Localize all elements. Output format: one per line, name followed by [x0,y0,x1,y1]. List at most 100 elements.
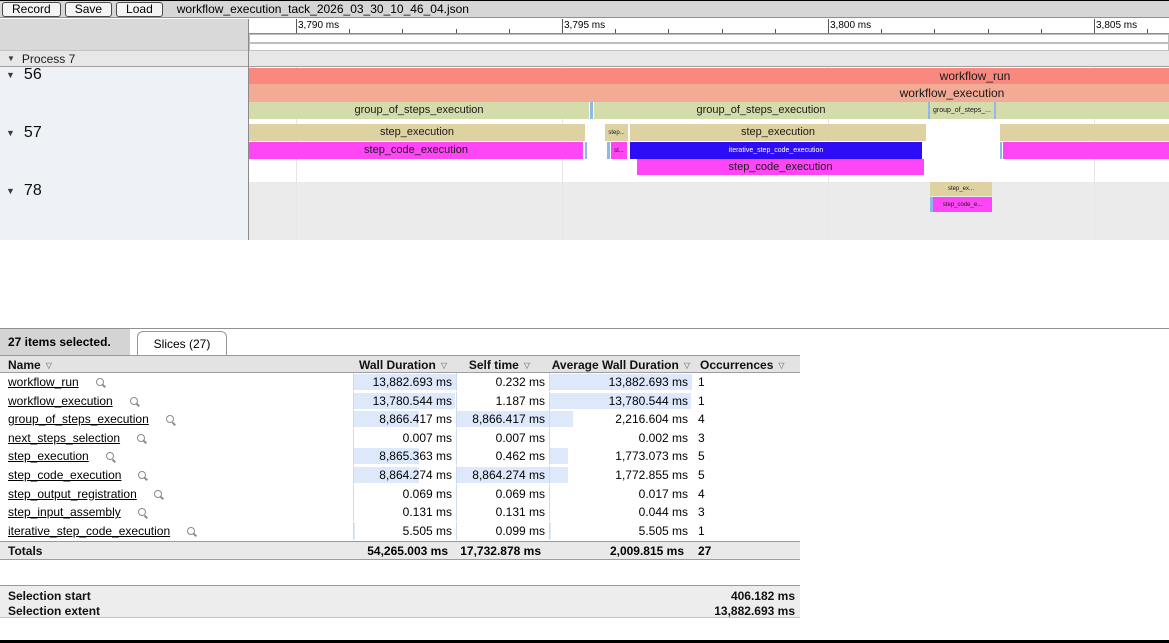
top-left-spacer [0,19,248,50]
slice-label: group_of_steps_... [933,107,991,114]
minor-tick [775,29,776,33]
wall-duration-cell: 0.131 ms [353,503,456,521]
magnifier-icon[interactable] [137,434,145,442]
process-header[interactable]: ▼ Process 7 [0,50,1169,67]
minor-tick [1041,29,1042,33]
magnifier-icon[interactable] [166,415,174,423]
minor-tick [509,29,510,33]
trace-slice-step_code_execution[interactable]: step_code_execution [249,142,583,159]
slice-label: step_code_execution [364,145,468,156]
trace-slice[interactable] [996,102,1169,119]
table-row: workflow_run13,882.693 ms0.232 ms13,882.… [0,373,800,391]
trace-slice-group_of_steps_-[interactable]: group_of_steps_... [930,102,994,119]
bottom-panel-border [0,328,1169,329]
trace-slice[interactable] [590,102,593,119]
slice-name-link[interactable]: iterative_step_code_execution [8,524,170,538]
name-cell: group_of_steps_execution [8,412,174,426]
column-header-wall-duration[interactable]: Wall Duration▽ [307,358,447,372]
avg-value: 13,780.544 ms [546,394,688,408]
toolbar: RecordSaveLoad workflow_execution_tack_2… [0,1,1169,18]
collapse-triangle-icon[interactable]: ▼ [6,186,15,196]
record-button[interactable]: Record [2,2,61,17]
trace-slice-step_code_execution[interactable]: step_code_execution [637,159,924,175]
slice-label: step_execution [380,127,454,138]
slice-label: step_code_e... [943,202,982,208]
trace-slice-group_of_steps_execution[interactable]: group_of_steps_execution [594,102,928,119]
trace-slice[interactable] [1003,142,1169,159]
trace-slice[interactable] [1000,142,1002,159]
selection-extent-row: Selection extent 13,882.693 ms [0,603,800,618]
avg-value: 0.017 ms [546,487,688,501]
trace-slice-step-[interactable]: step... [605,124,628,141]
trace-slice-step_ex-[interactable]: step_ex... [930,182,992,196]
table-row: step_execution8,865.363 ms0.462 ms1,773.… [0,447,800,465]
magnifier-icon[interactable] [138,471,146,479]
slice-name-link[interactable]: step_input_assembly [8,505,121,519]
name-cell: step_code_execution [8,468,146,482]
trace-slice[interactable] [585,142,587,159]
wall-duration-cell: 0.069 ms [353,485,456,503]
major-tick [296,19,297,33]
trace-slice-step_execution[interactable]: step_execution [249,124,585,141]
slice-label: group_of_steps_execution [696,105,825,116]
trace-slice-workflow_execution[interactable]: workflow_execution [249,84,1169,102]
trace-slice-iterative_step_code_execution[interactable]: iterative_step_code_execution [630,142,922,159]
table-row: iterative_step_code_execution5.505 ms0.0… [0,522,800,540]
trace-slice[interactable] [1000,124,1169,141]
trace-slice-step_execution[interactable]: step_execution [630,124,926,141]
collapse-triangle-icon[interactable]: ▼ [6,70,15,80]
trace-slice-workflow_run[interactable]: workflow_run [249,68,1169,84]
column-header-occurrences[interactable]: Occurrences▽ [700,358,790,372]
collapse-triangle-icon[interactable]: ▼ [7,54,15,63]
self-value: 8,866.417 ms [453,412,545,426]
slice-name-link[interactable]: workflow_run [8,375,79,389]
magnifier-icon[interactable] [96,378,104,386]
slice-name-link[interactable]: next_steps_selection [8,431,120,445]
totals-row: Totals 54,265.003 ms 17,732.878 ms 2,009… [0,541,800,560]
selection-status: 27 items selected. [0,329,130,355]
self-duration-cell: 0.007 ms [456,429,549,447]
tick-label: 3,790 ms [298,20,339,31]
track-id: 78 [24,182,42,200]
time-ruler[interactable]: 3,790 ms3,795 ms3,800 ms3,805 ms [249,19,1169,34]
slice-label: workflow_execution [900,87,1005,99]
occurrences-value: 1 [698,394,705,408]
tab-slices[interactable]: Slices (27) [137,331,227,356]
wall-value: 8,866.417 ms [350,412,452,426]
self-duration-cell: 1.187 ms [456,392,549,410]
avg-duration-cell: 0.044 ms [549,503,692,521]
slice-name-link[interactable]: step_execution [8,449,89,463]
wall-duration-cell: 8,865.363 ms [353,447,456,465]
slice-name-link[interactable]: group_of_steps_execution [8,412,149,426]
self-duration-cell: 0.099 ms [456,522,549,540]
selection-extent-value: 13,882.693 ms [714,604,795,618]
trace-slice-group_of_steps_execution[interactable]: group_of_steps_execution [249,102,589,119]
wall-value: 0.007 ms [350,431,452,445]
load-button[interactable]: Load [116,2,163,17]
slice-name-link[interactable]: step_output_registration [8,487,137,501]
slice-name-link[interactable]: step_code_execution [8,468,121,482]
totals-label: Totals [8,544,42,558]
magnifier-icon[interactable] [154,490,162,498]
wall-value: 13,780.544 ms [350,394,452,408]
wall-duration-cell: 8,864.274 ms [353,466,456,484]
trace-slice-step_code_e-[interactable]: step_code_e... [933,197,992,212]
avg-value: 0.002 ms [546,431,688,445]
major-tick [828,19,829,33]
save-button[interactable]: Save [65,2,112,17]
minor-tick [988,29,989,33]
magnifier-icon[interactable] [106,452,114,460]
wall-value: 8,864.274 ms [350,468,452,482]
sort-icon: ▽ [684,361,690,370]
magnifier-icon[interactable] [187,527,195,535]
tick-label: 3,800 ms [830,20,871,31]
trace-slice[interactable] [607,142,610,159]
column-header-name[interactable]: Name▽ [8,358,68,372]
collapse-triangle-icon[interactable]: ▼ [6,128,15,138]
magnifier-icon[interactable] [130,397,138,405]
trace-slice-st-[interactable]: st... [611,142,627,159]
magnifier-icon[interactable] [138,508,146,516]
column-header-average-wall-duration[interactable]: Average Wall Duration▽ [504,358,690,372]
slice-name-link[interactable]: workflow_execution [8,394,113,408]
toolbar-buttons: Record Save Load [2,2,167,17]
